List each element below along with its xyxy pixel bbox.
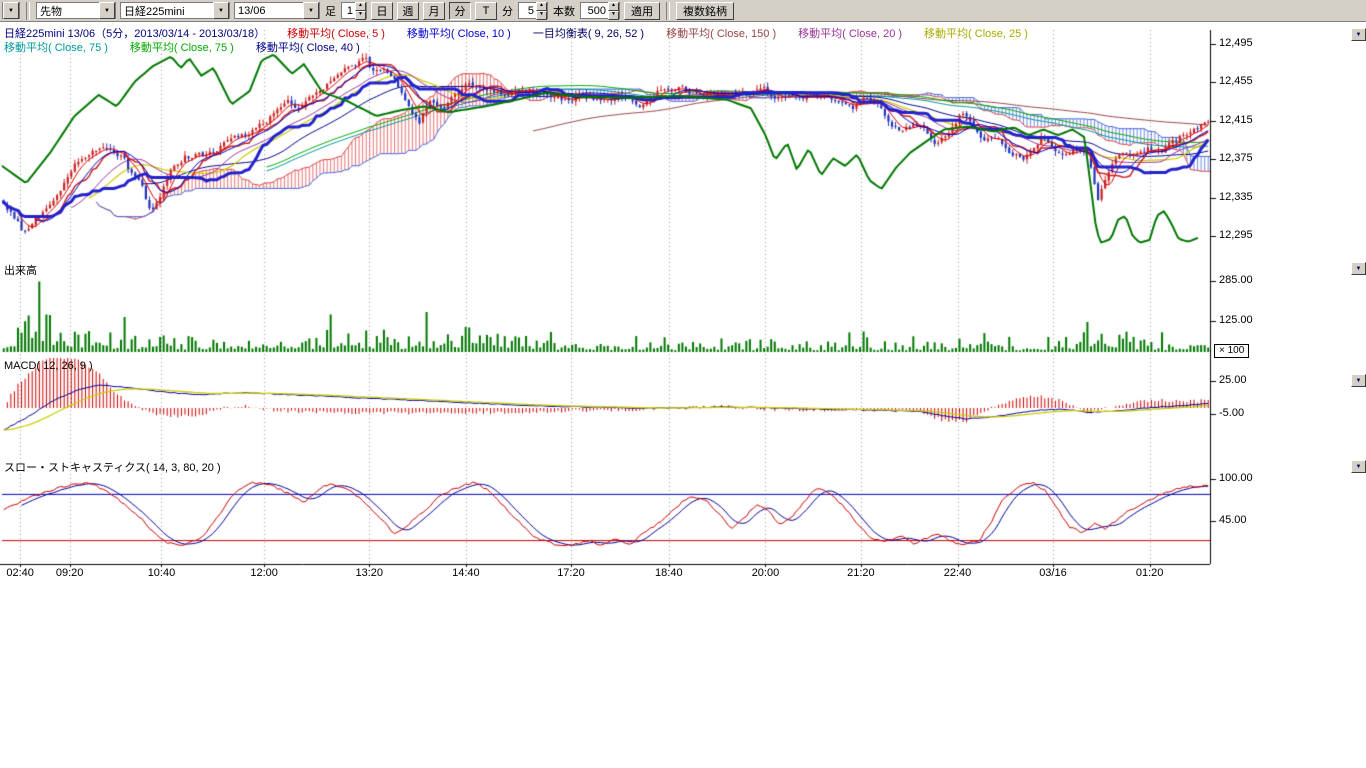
app-window: ▼ 先物▼ 日経225mini▼ 13/06▼ 足 1▲▼ 日 週 月 分 T … bbox=[0, 0, 1366, 768]
multi-symbol-button[interactable]: 複数銘柄 bbox=[676, 2, 734, 20]
contract-month-select[interactable]: 13/06▼ bbox=[234, 2, 320, 19]
spinner-arrows-icon[interactable]: ▲▼ bbox=[355, 2, 366, 20]
symbol-select-value: 日経225mini bbox=[121, 3, 213, 19]
symbol-select[interactable]: 日経225mini▼ bbox=[120, 2, 230, 19]
spinner-arrows-icon[interactable]: ▲▼ bbox=[536, 2, 547, 20]
mini-dropdown[interactable]: ▼ bbox=[2, 2, 20, 19]
period-month-button[interactable]: 月 bbox=[423, 2, 445, 20]
period-tick-button[interactable]: T bbox=[475, 2, 497, 20]
minute-label: 分 bbox=[501, 3, 514, 19]
chevron-down-icon: ▼ bbox=[1356, 266, 1362, 272]
chevron-down-icon: ▼ bbox=[1356, 464, 1362, 470]
minute-spinner[interactable]: 5▲▼ bbox=[518, 2, 548, 19]
bar-count-spinner[interactable]: 500▲▼ bbox=[580, 2, 620, 19]
chevron-down-icon: ▼ bbox=[1356, 378, 1362, 384]
macd-pane-scroll-down-button[interactable]: ▼ bbox=[1351, 374, 1366, 387]
toolbar-separator bbox=[26, 2, 30, 20]
period-minute-button[interactable]: 分 bbox=[449, 2, 471, 20]
contract-select-value: 13/06 bbox=[235, 5, 303, 17]
period-week-button[interactable]: 週 bbox=[397, 2, 419, 20]
chevron-down-icon: ▼ bbox=[213, 2, 229, 19]
chart-canvas[interactable] bbox=[0, 0, 1366, 768]
minute-value: 5 bbox=[519, 5, 536, 17]
chevron-down-icon: ▼ bbox=[303, 2, 319, 19]
spinner-arrows-icon[interactable]: ▲▼ bbox=[608, 2, 619, 20]
stoch-pane-scroll-down-button[interactable]: ▼ bbox=[1351, 460, 1366, 473]
apply-button[interactable]: 適用 bbox=[624, 2, 660, 20]
chevron-down-icon: ▼ bbox=[1356, 32, 1362, 38]
chevron-down-icon: ▼ bbox=[99, 2, 115, 19]
bar-count-value: 500 bbox=[581, 5, 608, 17]
volume-pane-scroll-down-button[interactable]: ▼ bbox=[1351, 262, 1366, 275]
market-select[interactable]: 先物▼ bbox=[36, 2, 116, 19]
chevron-down-icon: ▼ bbox=[3, 2, 19, 19]
bar-type-label: 足 bbox=[324, 3, 337, 19]
period-day-button[interactable]: 日 bbox=[371, 2, 393, 20]
toolbar-separator bbox=[666, 2, 670, 20]
market-select-value: 先物 bbox=[37, 3, 99, 19]
toolbar: ▼ 先物▼ 日経225mini▼ 13/06▼ 足 1▲▼ 日 週 月 分 T … bbox=[0, 0, 1366, 22]
bar-count-label: 本数 bbox=[552, 3, 576, 19]
price-pane-scroll-down-button[interactable]: ▼ bbox=[1351, 28, 1366, 41]
volume-multiplier-badge: × 100 bbox=[1214, 344, 1249, 358]
bar-interval-value: 1 bbox=[342, 5, 355, 17]
bar-interval-spinner[interactable]: 1▲▼ bbox=[341, 2, 367, 19]
